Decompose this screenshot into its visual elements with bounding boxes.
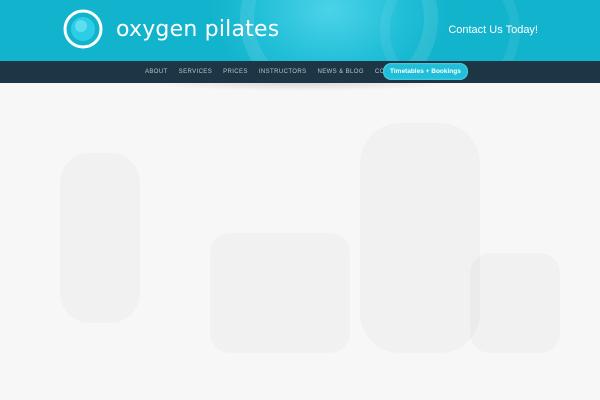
nav-item-services[interactable]: SERVICES <box>179 69 212 75</box>
site-logo[interactable]: oxygen pilates <box>62 8 279 50</box>
hero-ghost-shape <box>360 123 480 353</box>
logo-mark-icon <box>63 9 103 49</box>
nav-item-prices[interactable]: PRICES <box>223 69 248 75</box>
hero-background <box>0 83 600 400</box>
site-header: oxygen pilates Contact Us Today! <box>0 0 600 61</box>
nav-item-instructors[interactable]: INSTRUCTORS <box>259 69 307 75</box>
hero-ghost-shape <box>470 253 560 353</box>
contact-us-link[interactable]: Contact Us Today! <box>448 24 538 36</box>
nav-item-news-blog[interactable]: NEWS & BLOG <box>317 69 363 75</box>
logo-text: oxygen pilates <box>116 16 280 42</box>
nav-shadow <box>150 83 450 93</box>
nav-item-about[interactable]: ABOUT <box>145 69 168 75</box>
main-navigation: ABOUT SERVICES PRICES INSTRUCTORS NEWS &… <box>0 61 600 83</box>
hero-ghost-shape <box>210 233 350 353</box>
hero-ghost-shape <box>60 153 140 323</box>
nav-menu: ABOUT SERVICES PRICES INSTRUCTORS NEWS &… <box>145 61 417 83</box>
timetables-bookings-button[interactable]: Timetables + Bookings <box>383 63 468 80</box>
